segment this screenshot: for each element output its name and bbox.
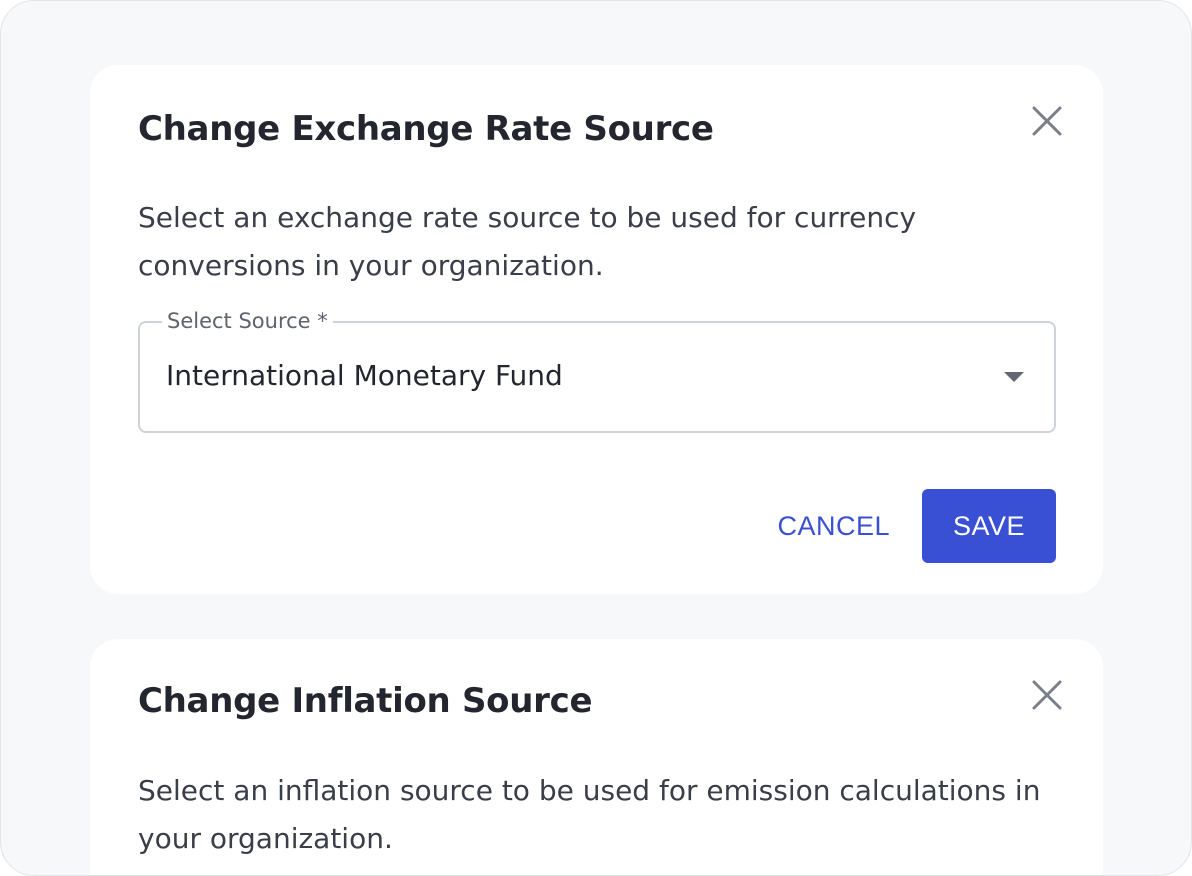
dialog-title: Change Exchange Rate Source <box>138 109 714 149</box>
dialog-title: Change Inflation Source <box>138 681 593 721</box>
save-button[interactable]: SAVE <box>922 489 1056 563</box>
dropdown-arrow-icon[interactable] <box>1004 372 1024 382</box>
dialog-description: Select an inflation source to be used fo… <box>138 774 1041 855</box>
select-value: International Monetary Fund <box>166 359 563 392</box>
exchange-rate-dialog: Change Exchange Rate Source Select an ex… <box>90 65 1103 594</box>
dialog-description: Select an exchange rate source to be use… <box>138 201 917 282</box>
cancel-button[interactable]: CANCEL <box>757 489 910 563</box>
settings-panel: Change Exchange Rate Source Select an ex… <box>0 0 1192 876</box>
source-select[interactable]: Select Source * International Monetary F… <box>138 308 1056 433</box>
inflation-dialog: Change Inflation Source Select an inflat… <box>90 639 1103 875</box>
close-icon[interactable] <box>1029 677 1065 713</box>
close-icon[interactable] <box>1029 103 1065 139</box>
select-label: Select Source * <box>162 308 333 334</box>
